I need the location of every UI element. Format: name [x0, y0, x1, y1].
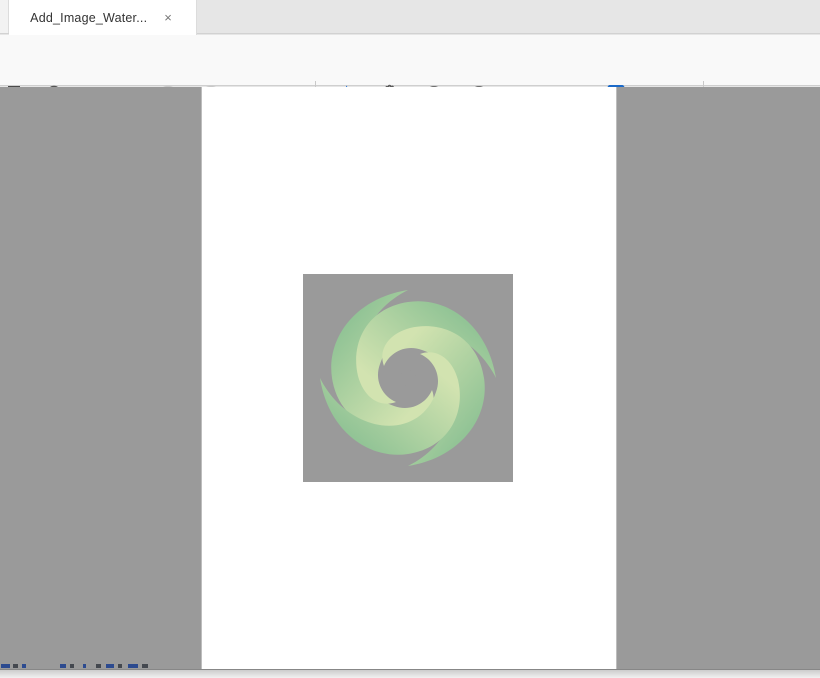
clipped-status-text-fragment [60, 664, 66, 668]
bottom-toolbar-edge [0, 669, 820, 678]
clipped-status-text-fragment [128, 664, 138, 668]
watermark-swirl-image [303, 274, 513, 482]
pdf-viewer-window: Add_Image_Water... × [0, 0, 820, 678]
document-tab-title: Add_Image_Water... [30, 11, 147, 25]
clipped-status-text-fragment [83, 664, 86, 668]
tabbar-left-strip [0, 0, 9, 33]
document-tab[interactable]: Add_Image_Water... × [9, 0, 197, 35]
clipped-status-text-fragment [118, 664, 122, 668]
clipped-status-text-fragment [106, 664, 114, 668]
document-canvas[interactable] [0, 87, 820, 669]
clipped-status-text-fragment [22, 664, 26, 668]
clipped-status-text-fragment [1, 664, 10, 668]
clipped-status-text-fragment [13, 664, 18, 668]
clipped-status-text-fragment [142, 664, 148, 668]
tab-close-icon[interactable]: × [161, 9, 175, 26]
tab-bar: Add_Image_Water... × [0, 0, 820, 34]
toolbar: / 1 [0, 35, 820, 86]
pdf-page [202, 87, 616, 669]
clipped-status-text-fragment [70, 664, 74, 668]
clipped-status-text-fragment [96, 664, 101, 668]
